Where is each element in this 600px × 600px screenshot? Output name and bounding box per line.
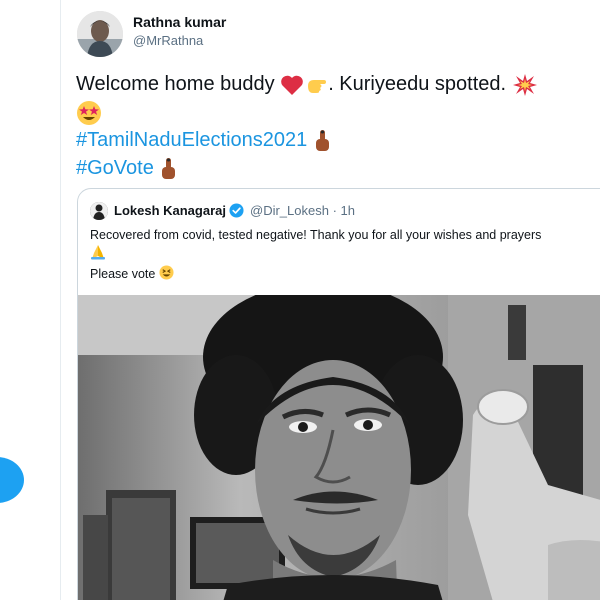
collision-emoji (512, 73, 537, 96)
star-struck-emoji (77, 100, 101, 125)
meta-separator: · (332, 203, 337, 218)
hashtag-tamilnadu-elections[interactable]: #TamilNaduElections2021 (76, 129, 307, 151)
compose-tweet-button[interactable] (0, 457, 24, 503)
verified-badge-icon (229, 203, 244, 218)
tweet-line-1: Welcome home buddy . Kuriyeedu spotted. (76, 70, 596, 98)
author-avatar[interactable] (77, 11, 123, 57)
tweet-line-2 (76, 98, 596, 126)
hashtag-govote[interactable]: #GoVote (76, 157, 154, 179)
quoted-line-emoji (90, 244, 600, 265)
quoted-tweet-card[interactable]: Lokesh Kanagaraj @Dir_Lokesh · 1h Recove… (77, 188, 600, 600)
folded-hands-emoji (91, 245, 105, 260)
please-vote-text: Please vote (90, 267, 156, 281)
quoted-line-1: Recovered from covid, tested negative! T… (90, 228, 542, 242)
red-heart-emoji (281, 75, 303, 95)
quoted-tweet-photo[interactable] (78, 295, 600, 600)
quoted-tweet-text: Recovered from covid, tested negative! T… (90, 226, 600, 283)
quoted-tweet-time: 1h (340, 203, 356, 218)
quoted-author-name: Lokesh Kanagaraj (114, 203, 226, 218)
tweet-text-part1: Welcome home buddy (76, 73, 275, 95)
selfie-photo (78, 295, 600, 600)
quoted-author-meta: @Dir_Lokesh · 1h (250, 203, 355, 218)
tweet-line-4: #GoVote (76, 154, 596, 182)
index-finger-emoji (315, 129, 329, 151)
tweet-text-part2: . Kuriyeedu spotted. (328, 73, 507, 95)
author-display-name[interactable]: Rathna kumar (133, 14, 226, 30)
grinning-emoji (159, 265, 174, 280)
quoted-line-2: Please vote (90, 265, 600, 283)
quoted-author-handle: @Dir_Lokesh (250, 203, 329, 218)
quoted-author-avatar (90, 202, 108, 220)
index-finger-emoji (162, 157, 176, 179)
quoted-author-avatar-image (90, 202, 108, 220)
timeline-left-divider (60, 0, 61, 600)
hand-emoji (308, 79, 327, 93)
tweet-body: Welcome home buddy . Kuriyeedu spotted. … (76, 70, 596, 182)
author-avatar-image (77, 11, 123, 57)
author-handle[interactable]: @MrRathna (133, 33, 203, 48)
tweet-line-3: #TamilNaduElections2021 (76, 126, 596, 154)
